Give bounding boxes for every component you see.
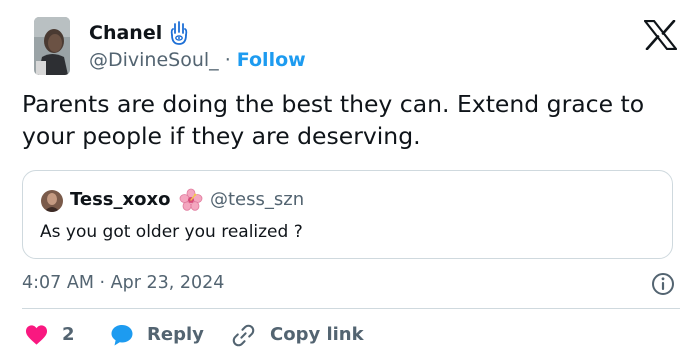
author-avatar[interactable] <box>34 17 70 75</box>
author-handle-row: @DivineSoul_ · Follow <box>89 48 306 72</box>
link-icon[interactable] <box>231 323 256 348</box>
x-logo-icon[interactable] <box>643 19 678 51</box>
info-icon[interactable] <box>651 272 675 296</box>
tweet-timestamp[interactable]: 4:07 AM · Apr 23, 2024 <box>22 271 224 295</box>
separator-dot: · <box>218 49 237 71</box>
author-handle[interactable]: @DivineSoul_ <box>89 49 219 71</box>
quoted-tweet-text: As you got older you realized ? <box>40 222 303 242</box>
author-name[interactable]: Chanel <box>89 20 162 46</box>
hibiscus-icon <box>179 188 203 212</box>
follow-button[interactable]: Follow <box>237 49 306 71</box>
divider <box>22 308 680 309</box>
copy-link-button[interactable]: Copy link <box>270 322 364 348</box>
quoted-author-name[interactable]: Tess_xoxo <box>70 188 170 212</box>
quoted-tweet-card[interactable]: Tess_xoxo @tess_szn As you got older you… <box>22 170 673 259</box>
quoted-author-handle[interactable]: @tess_szn <box>210 188 304 212</box>
reply-button[interactable]: Reply <box>147 322 204 348</box>
tweet-text: Parents are doing the best they can. Ext… <box>22 90 645 150</box>
hamsa-hand-icon <box>168 20 190 46</box>
heart-icon[interactable] <box>25 324 48 346</box>
quoted-author-avatar[interactable] <box>41 190 63 212</box>
like-count[interactable]: 2 <box>62 322 75 348</box>
reply-bubble-icon[interactable] <box>110 323 134 347</box>
